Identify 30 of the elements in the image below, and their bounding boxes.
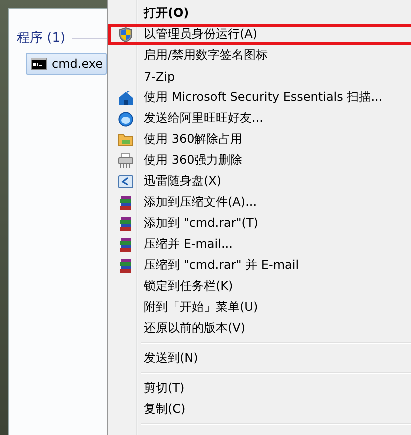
menu-item[interactable]: 添加到压缩文件(A)... (108, 192, 411, 213)
menu-item[interactable]: 压缩并 E-mail... (108, 234, 411, 255)
menu-item[interactable]: 锁定到任务栏(K) (108, 276, 411, 297)
menu-item[interactable]: 迅雷随身盘(X) (108, 171, 411, 192)
books-icon (118, 236, 134, 252)
books-icon (118, 216, 134, 232)
menu-item[interactable]: 复制(C) (108, 399, 411, 420)
menu-item[interactable]: 打开(O) (108, 3, 411, 24)
books-icon (118, 194, 134, 210)
menu-item[interactable]: 使用 360解除占用 (108, 129, 411, 150)
result-item[interactable]: cmd.exe (26, 53, 107, 75)
menu-item[interactable]: 发送到(N) (108, 348, 411, 369)
shield-icon (118, 26, 134, 42)
console-icon (31, 58, 47, 70)
menu-item[interactable]: 添加到 "cmd.rar"(T) (108, 213, 411, 234)
menu-item[interactable]: 7-Zip (108, 66, 411, 87)
menu-item[interactable]: 使用 Microsoft Security Essentials 扫描... (108, 87, 411, 108)
section-heading: 程序 (1) (17, 30, 66, 47)
books-icon (118, 258, 134, 274)
menu-item[interactable]: 附到「开始」菜单(U) (108, 297, 411, 318)
menu-item[interactable]: 剪切(T) (108, 378, 411, 399)
menu-item[interactable]: 发送给阿里旺旺好友... (108, 108, 411, 129)
menu-item[interactable]: 使用 360强力删除 (108, 150, 411, 171)
menu-item[interactable]: 以管理员身份运行(A) (108, 24, 411, 45)
menu-item[interactable]: 压缩到 "cmd.rar" 并 E-mail (108, 255, 411, 276)
house-icon (118, 90, 134, 106)
menu-item[interactable]: 启用/禁用数字签名图标 (108, 45, 411, 66)
menu-item[interactable]: 还原以前的版本(V) (108, 318, 411, 339)
shredder-icon (118, 152, 134, 168)
folder-icon (118, 132, 134, 148)
